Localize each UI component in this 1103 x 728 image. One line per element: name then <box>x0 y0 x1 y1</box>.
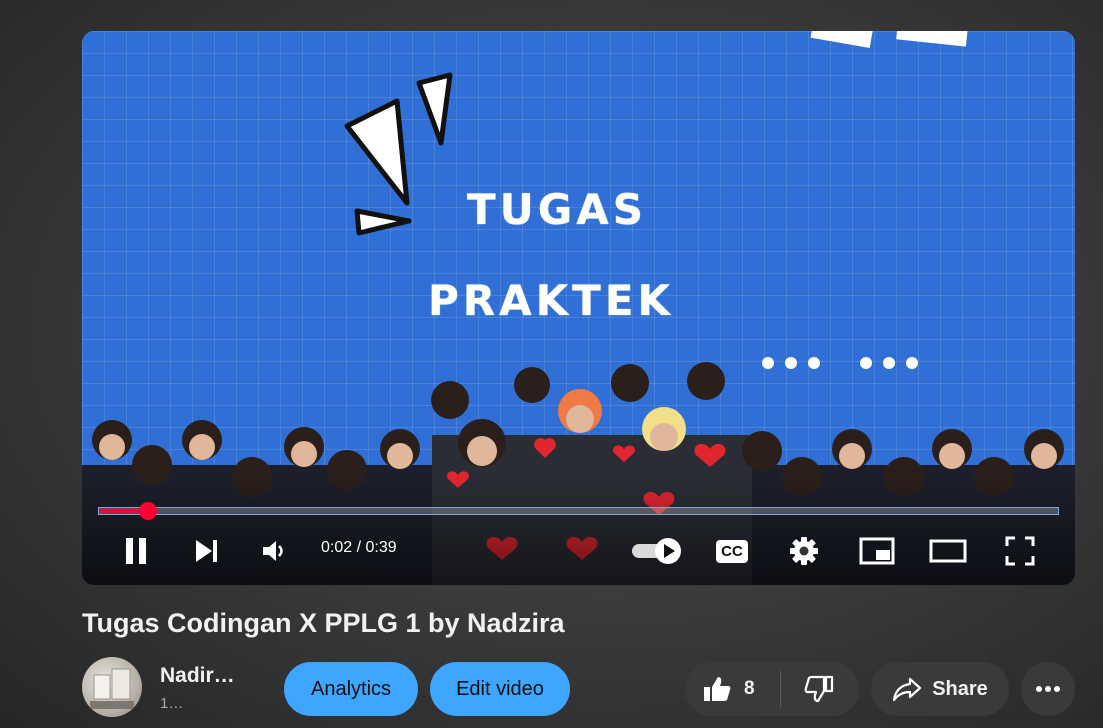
theater-icon <box>929 539 967 563</box>
video-player[interactable]: TUGAS PRAKTEK 0:02 / 0:39 CC <box>82 31 1075 585</box>
progress-scrubber[interactable] <box>138 502 157 520</box>
channel-avatar[interactable] <box>82 657 142 717</box>
channel-name[interactable]: Nadir… <box>160 664 235 688</box>
more-actions-button[interactable] <box>1021 662 1075 716</box>
share-button[interactable]: Share <box>871 662 1009 716</box>
thumbs-up-icon <box>704 677 731 701</box>
edit-video-label: Edit video <box>456 677 544 700</box>
gear-icon <box>790 537 818 565</box>
miniplayer-button[interactable] <box>857 533 897 569</box>
progress-bar[interactable] <box>98 502 1059 520</box>
sparkle-decoration <box>344 72 453 236</box>
channel-subscribers: 1… <box>160 695 184 712</box>
like-button[interactable]: 8 <box>690 662 778 716</box>
analytics-label: Analytics <box>310 677 392 700</box>
dislike-button[interactable] <box>786 662 852 716</box>
edit-video-button[interactable]: Edit video <box>430 662 570 716</box>
autoplay-toggle[interactable] <box>630 533 686 569</box>
analytics-button[interactable]: Analytics <box>284 662 418 716</box>
more-icon <box>1036 686 1060 692</box>
video-title: Tugas Codingan X PPLG 1 by Nadzira <box>82 608 565 638</box>
like-divider <box>780 671 781 707</box>
captions-icon: CC <box>716 539 748 563</box>
overlay-title-line2: PRAKTEK <box>428 276 675 325</box>
overlay-title-line1: TUGAS <box>467 185 647 234</box>
decorative-paper <box>896 31 968 47</box>
pause-icon <box>126 538 146 564</box>
next-icon <box>196 540 217 562</box>
fullscreen-icon <box>1005 536 1035 566</box>
captions-button[interactable]: CC <box>714 533 750 569</box>
fullscreen-button[interactable] <box>1002 533 1038 569</box>
pause-button[interactable] <box>118 533 154 569</box>
like-count: 8 <box>744 678 755 699</box>
next-button[interactable] <box>188 533 224 569</box>
settings-button[interactable] <box>786 533 822 569</box>
share-icon <box>893 677 922 702</box>
volume-icon <box>263 541 283 561</box>
thumbs-down-icon <box>804 675 834 703</box>
time-display: 0:02 / 0:39 <box>321 539 397 556</box>
mute-button[interactable] <box>256 533 292 569</box>
autoplay-toggle-icon <box>632 538 681 564</box>
decorative-paper <box>810 31 874 49</box>
controls-gradient <box>82 475 1075 585</box>
share-label: Share <box>932 677 988 700</box>
miniplayer-icon <box>859 537 895 565</box>
theater-mode-button[interactable] <box>928 533 968 569</box>
